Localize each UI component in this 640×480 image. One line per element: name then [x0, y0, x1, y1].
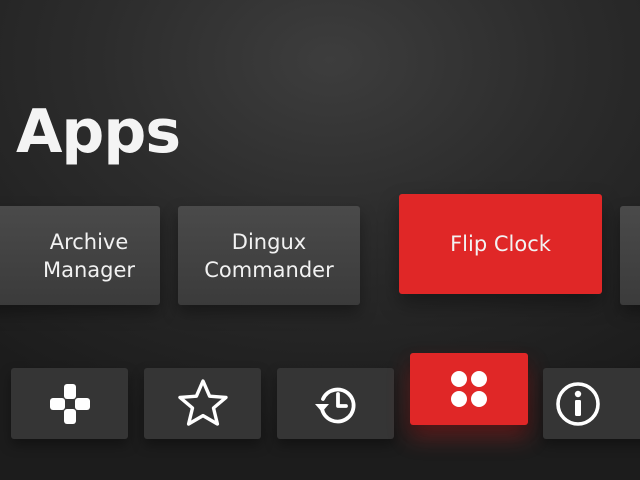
- app-tile-label: Archive Manager: [42, 229, 136, 282]
- nav-games-button[interactable]: [11, 368, 128, 439]
- nav-favorites-button[interactable]: [144, 368, 261, 439]
- app-tile-next[interactable]: [620, 206, 640, 305]
- app-tile-dingux-commander[interactable]: Dingux Commander: [178, 206, 360, 305]
- app-tile-archive-manager[interactable]: Archive Manager: [0, 206, 160, 305]
- app-tile-label: Flip Clock: [450, 232, 551, 256]
- app-tile-label: Dingux Commander: [204, 229, 334, 282]
- nav-apps-button[interactable]: [410, 353, 528, 425]
- page-title: Apps: [16, 97, 181, 167]
- apps-grid-icon: [451, 371, 487, 407]
- app-tile-flip-clock[interactable]: Flip Clock: [399, 194, 602, 294]
- nav-recent-button[interactable]: [277, 368, 394, 439]
- gamepad-icon: [49, 383, 90, 424]
- info-icon: [555, 381, 600, 426]
- history-icon: [314, 387, 355, 423]
- nav-info-button[interactable]: [543, 368, 640, 439]
- star-icon: [177, 378, 228, 426]
